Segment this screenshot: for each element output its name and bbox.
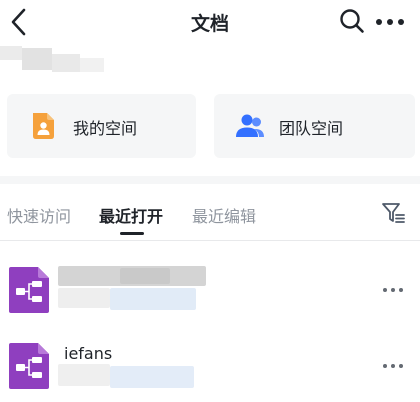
filter-button[interactable] <box>380 200 406 226</box>
section-divider <box>0 176 420 184</box>
team-space-card[interactable]: 团队空间 <box>214 94 415 158</box>
more-button[interactable] <box>372 6 408 36</box>
file-more-button[interactable] <box>378 356 408 376</box>
back-button[interactable] <box>4 4 40 40</box>
file-name: iefans <box>64 344 113 363</box>
file-row[interactable]: iefans <box>0 334 420 400</box>
my-space-card[interactable]: 我的空间 <box>7 94 196 158</box>
tabs-bottom-border <box>0 240 420 241</box>
team-space-label: 团队空间 <box>279 119 344 138</box>
mindmap-file-icon <box>9 343 49 389</box>
tab-recently-edited[interactable]: 最近编辑 <box>192 203 256 227</box>
more-horizontal-icon <box>383 288 403 292</box>
tab-quick-access[interactable]: 快速访问 <box>7 203 71 227</box>
tab-recently-opened[interactable]: 最近打开 <box>99 203 163 227</box>
mindmap-file-icon <box>9 267 49 313</box>
search-button[interactable] <box>336 5 368 37</box>
header: 文档 <box>0 0 420 44</box>
file-row[interactable] <box>0 258 420 324</box>
chevron-left-icon <box>11 8 26 36</box>
more-horizontal-icon <box>383 364 403 368</box>
filter-icon <box>382 203 405 223</box>
file-more-button[interactable] <box>378 280 408 300</box>
search-icon <box>340 9 364 33</box>
active-tab-indicator <box>120 232 144 235</box>
team-icon <box>236 114 264 137</box>
more-horizontal-icon <box>376 19 404 25</box>
my-space-label: 我的空间 <box>73 119 138 138</box>
account-name-redacted <box>0 44 110 76</box>
my-space-icon <box>33 113 54 139</box>
